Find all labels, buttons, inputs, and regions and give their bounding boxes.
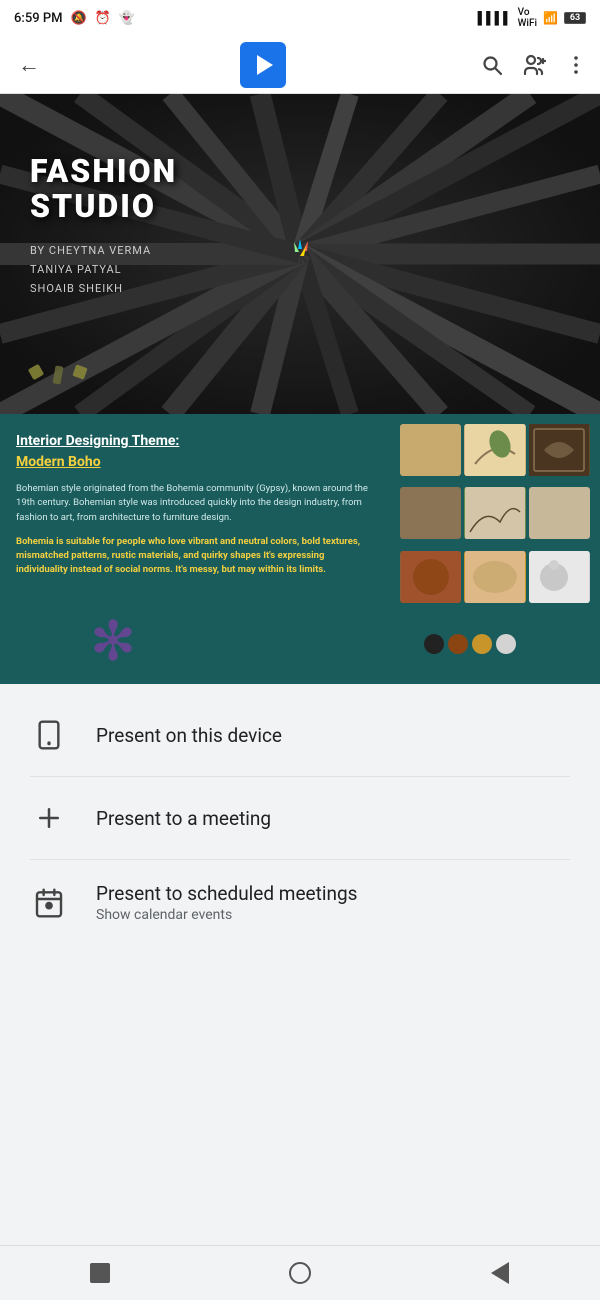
snapchat-icon: 👻 [119,11,135,26]
more-options-button[interactable] [564,53,588,77]
battery-icon: 63 [564,12,586,24]
home-button[interactable] [280,1253,320,1293]
back-button-nav[interactable] [480,1253,520,1293]
play-icon [257,55,273,75]
present-scheduled-subtitle: Show calendar events [96,907,357,923]
bottom-nav [0,1245,600,1300]
mute-icon: 🔕 [71,11,87,26]
add-person-button[interactable] [522,53,546,77]
slide-2: Interior Designing Theme: Modern Boho Bo… [0,414,600,684]
status-bar: 6:59 PM 🔕 ⏰ 👻 ▌▌▌▌ VoWiFi 📶 63 [0,0,600,36]
wifi-icon: 📶 [543,11,558,25]
signal-icon: ▌▌▌▌ [478,11,512,25]
dot-1 [28,364,44,380]
slide2-body2-prefix: Bohemia is suitable for people who love [16,536,188,547]
time: 6:59 PM [14,11,63,26]
slide-text: FASHION STUDIO BY CHEYTNA VERMA TANIYA P… [30,154,177,298]
present-meeting-item[interactable]: Present to a meeting [0,777,600,859]
slide2-title: Interior Designing Theme: [16,432,374,450]
dot-3 [72,364,87,379]
palette-dot-3 [448,634,468,654]
grid-img-1 [400,424,461,476]
palette-dot-4 [472,634,492,654]
app-bar: ← [0,36,600,94]
grid-img-9 [529,551,590,603]
slide2-left: Interior Designing Theme: Modern Boho Bo… [0,414,390,684]
back-button[interactable]: ← [12,46,46,84]
calendar-icon-wrap [30,884,68,922]
grid-img-5 [464,487,525,539]
slide-dots [30,366,86,384]
palette-dot-5 [496,634,516,654]
add-meeting-icon-wrap [30,799,68,837]
present-device-text: Present on this device [96,724,282,747]
square-icon [90,1263,110,1283]
wifi-label: VoWiFi [518,7,537,29]
circle-icon [289,1262,311,1284]
bottom-spacer [0,955,600,1055]
present-scheduled-title: Present to scheduled meetings [96,882,357,905]
alarm-icon: ⏰ [95,11,111,26]
app-bar-icons [480,53,588,77]
present-meeting-text: Present to a meeting [96,807,271,830]
slide2-body2: Bohemia is suitable for people who love … [16,535,374,578]
grid-img-4 [400,487,461,539]
slide-title: FASHION STUDIO [30,154,177,224]
grid-img-2 [464,424,525,476]
palette-row [400,614,590,674]
slide2-subtitle: Modern Boho [16,454,374,470]
grid-img-3 [529,424,590,476]
present-meeting-title: Present to a meeting [96,807,271,830]
status-left: 6:59 PM 🔕 ⏰ 👻 [14,11,135,26]
grid-img-6 [529,487,590,539]
present-button[interactable] [240,42,286,88]
device-icon [33,719,65,751]
present-scheduled-item[interactable]: Present to scheduled meetings Show calen… [0,860,600,945]
grid-img-8 [464,551,525,603]
palette-dot-1 [400,634,420,654]
slide-1: FASHION STUDIO BY CHEYTNA VERMA TANIYA P… [0,94,600,414]
calendar-icon [33,887,65,919]
palette-dot-2 [424,634,444,654]
slide2-right [390,414,600,684]
status-right: ▌▌▌▌ VoWiFi 📶 63 [478,7,586,29]
menu-section: Present on this device Present to a meet… [0,684,600,955]
add-meeting-icon [34,803,64,833]
app-bar-center [240,42,286,88]
device-icon-wrap [30,716,68,754]
back-triangle-icon [491,1262,509,1284]
slide2-body1: Bohemian style originated from the Bohem… [16,482,374,525]
search-button[interactable] [480,53,504,77]
present-device-title: Present on this device [96,724,282,747]
slide-authors: BY CHEYTNA VERMA TANIYA PATYAL SHOAIB SH… [30,242,177,298]
recent-apps-button[interactable] [80,1253,120,1293]
dot-2 [52,365,63,384]
grid-img-7 [400,551,461,603]
present-scheduled-text: Present to scheduled meetings Show calen… [96,882,357,923]
present-device-item[interactable]: Present on this device [0,694,600,776]
flower-decoration: ✻ [90,609,136,674]
